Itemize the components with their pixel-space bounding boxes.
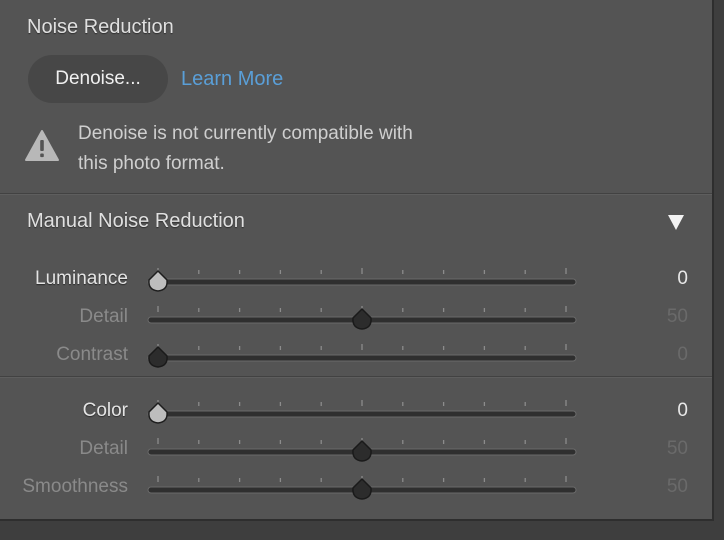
slider-rail xyxy=(147,410,577,418)
slider-thumb-icon[interactable] xyxy=(352,439,372,462)
slider-track[interactable] xyxy=(140,430,584,466)
learn-more-link[interactable]: Learn More xyxy=(181,68,283,91)
slider-value[interactable]: 0 xyxy=(677,400,688,422)
section-title-manual-noise-reduction: Manual Noise Reduction xyxy=(27,210,245,232)
slider-value[interactable]: 0 xyxy=(677,268,688,290)
slider-track[interactable] xyxy=(140,336,584,372)
slider-rail xyxy=(147,278,577,286)
slider-value[interactable]: 0 xyxy=(677,344,688,366)
slider-value[interactable]: 50 xyxy=(667,306,688,328)
window-bottom-edge xyxy=(0,521,724,540)
slider-label: Detail xyxy=(79,306,128,327)
slider-track[interactable] xyxy=(140,392,584,428)
denoise-button-label: Denoise... xyxy=(55,68,141,89)
slider-row: Detail 50 xyxy=(0,298,712,334)
noise-reduction-panel: Noise Reduction Denoise... Learn More De… xyxy=(0,0,714,521)
slider-label: Luminance xyxy=(35,268,128,289)
slider-row: Detail 50 xyxy=(0,430,712,466)
slider-label: Color xyxy=(82,400,128,421)
warning-message-line2: this photo format. xyxy=(78,153,225,174)
slider-value[interactable]: 50 xyxy=(667,438,688,460)
slider-track[interactable] xyxy=(140,260,584,296)
slider-thumb-icon[interactable] xyxy=(352,477,372,500)
slider-thumb-icon[interactable] xyxy=(352,307,372,330)
slider-thumb-icon[interactable] xyxy=(148,269,168,292)
slider-label: Smoothness xyxy=(22,476,128,497)
group-divider xyxy=(0,376,712,378)
section-title-noise-reduction: Noise Reduction xyxy=(27,16,174,38)
slider-row: Contrast 0 xyxy=(0,336,712,372)
slider-track[interactable] xyxy=(140,468,584,504)
slider-track[interactable] xyxy=(140,298,584,334)
section-divider xyxy=(0,193,712,195)
slider-thumb-icon[interactable] xyxy=(148,345,168,368)
warning-message: Denoise is not currently compatible with… xyxy=(78,119,498,179)
slider-row: Color 0 xyxy=(0,392,712,428)
slider-label: Detail xyxy=(79,438,128,459)
slider-row: Luminance 0 xyxy=(0,260,712,296)
window-edge xyxy=(714,0,724,540)
slider-thumb-icon[interactable] xyxy=(148,401,168,424)
slider-value[interactable]: 50 xyxy=(667,476,688,498)
slider-rail xyxy=(147,354,577,362)
slider-row: Smoothness 50 xyxy=(0,468,712,504)
disclosure-triangle-icon[interactable] xyxy=(666,212,686,232)
warning-message-line1: Denoise is not currently compatible with xyxy=(78,123,413,144)
denoise-button[interactable]: Denoise... xyxy=(28,55,168,103)
warning-triangle-icon xyxy=(25,130,59,161)
slider-label: Contrast xyxy=(56,344,128,365)
